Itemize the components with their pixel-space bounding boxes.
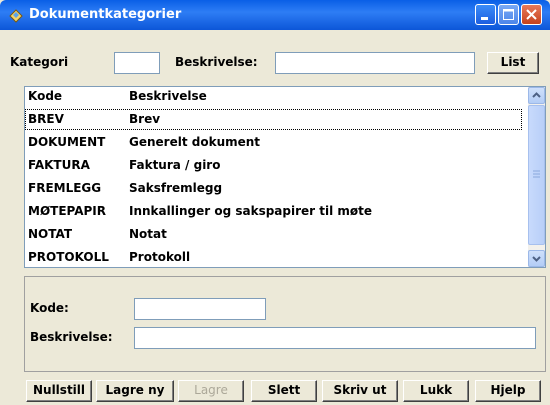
grip-icon <box>533 170 540 178</box>
hjelp-label: Hjelp <box>490 383 526 397</box>
list-item-beskrivelse: Faktura / giro <box>129 158 221 172</box>
close-button[interactable] <box>521 4 542 25</box>
header-kode: Kode <box>28 89 63 103</box>
detail-groupbox <box>24 276 546 372</box>
list-item[interactable]: NOTAT Notat <box>25 224 522 245</box>
list-button[interactable]: List <box>487 52 539 74</box>
list-item-beskrivelse: Saksfremlegg <box>129 181 223 195</box>
dokumentkategorier-window: Dokumentkategorier Kategori Beskrivelse:… <box>0 0 550 405</box>
list-item-kode: FAKTURA <box>28 158 90 172</box>
list-item-beskrivelse: Brev <box>129 112 161 126</box>
kategori-label: Kategori <box>10 55 69 69</box>
minimize-icon <box>481 17 488 20</box>
lagre-ny-button[interactable]: Lagre ny <box>96 380 174 402</box>
kode-input[interactable] <box>134 298 266 320</box>
list-item[interactable]: FREMLEGG Saksfremlegg <box>25 178 522 199</box>
list-item[interactable]: PROTOKOLL Protokoll <box>25 247 522 267</box>
lagre-button[interactable]: Lagre <box>178 380 244 402</box>
category-list[interactable]: Kode Beskrivelse BREV Brev DOKUMENT Generel… <box>24 86 546 268</box>
list-item-kode: FREMLEGG <box>28 181 102 195</box>
list-item-beskrivelse: Protokoll <box>129 250 191 264</box>
list-item-kode: MØTEPAPIR <box>28 204 107 218</box>
chevron-down-icon <box>532 256 541 262</box>
skriv-ut-button[interactable]: Skriv ut <box>322 380 398 402</box>
list-item-kode: PROTOKOLL <box>28 250 109 264</box>
nullstill-label: Nullstill <box>32 383 86 397</box>
lukk-button[interactable]: Lukk <box>403 380 469 402</box>
nullstill-button[interactable]: Nullstill <box>26 380 92 402</box>
app-icon <box>9 9 23 23</box>
maximize-icon <box>503 9 514 20</box>
list-item-kode: DOKUMENT <box>28 135 106 149</box>
list-item[interactable]: FAKTURA Faktura / giro <box>25 155 522 176</box>
list-item-kode: NOTAT <box>28 227 73 241</box>
lukk-label: Lukk <box>419 383 453 397</box>
list-item-kode: BREV <box>28 112 64 126</box>
scroll-down-button[interactable] <box>528 250 545 267</box>
beskrivelse-label: Beskrivelse: <box>30 330 113 344</box>
list-header: Kode Beskrivelse <box>25 87 525 105</box>
slett-label: Slett <box>267 383 301 397</box>
list-item[interactable]: MØTEPAPIR Innkallinger og sakspapirer til… <box>25 201 522 222</box>
list-item[interactable]: BREV Brev <box>25 109 522 130</box>
list-item-beskrivelse: Notat <box>129 227 167 241</box>
beskrivelse-filter-label: Beskrivelse: <box>175 55 258 69</box>
lagre-ny-label: Lagre ny <box>105 383 165 397</box>
hjelp-button[interactable]: Hjelp <box>475 380 541 402</box>
kategori-input[interactable] <box>114 52 160 74</box>
window-title: Dokumentkategorier <box>29 7 182 22</box>
beskrivelse-filter-input[interactable] <box>275 52 475 74</box>
scroll-up-button[interactable] <box>528 87 545 104</box>
title-bar[interactable]: Dokumentkategorier <box>0 0 550 30</box>
list-item[interactable]: DOKUMENT Generelt dokument <box>25 132 522 153</box>
vertical-scrollbar[interactable] <box>528 87 545 267</box>
slett-button[interactable]: Slett <box>251 380 317 402</box>
kode-label: Kode: <box>30 301 69 315</box>
list-item-beskrivelse: Innkallinger og sakspapirer til møte <box>129 204 373 218</box>
close-icon <box>526 9 537 20</box>
minimize-button[interactable] <box>475 4 496 25</box>
beskrivelse-input[interactable] <box>134 327 536 349</box>
list-item-beskrivelse: Generelt dokument <box>129 135 261 149</box>
list-button-label: List <box>500 55 526 69</box>
scroll-thumb[interactable] <box>528 105 545 245</box>
chevron-up-icon <box>532 92 541 98</box>
header-beskrivelse: Beskrivelse <box>129 89 207 103</box>
maximize-button[interactable] <box>498 4 519 25</box>
skriv-ut-label: Skriv ut <box>333 383 387 397</box>
lagre-label: Lagre <box>194 383 228 397</box>
